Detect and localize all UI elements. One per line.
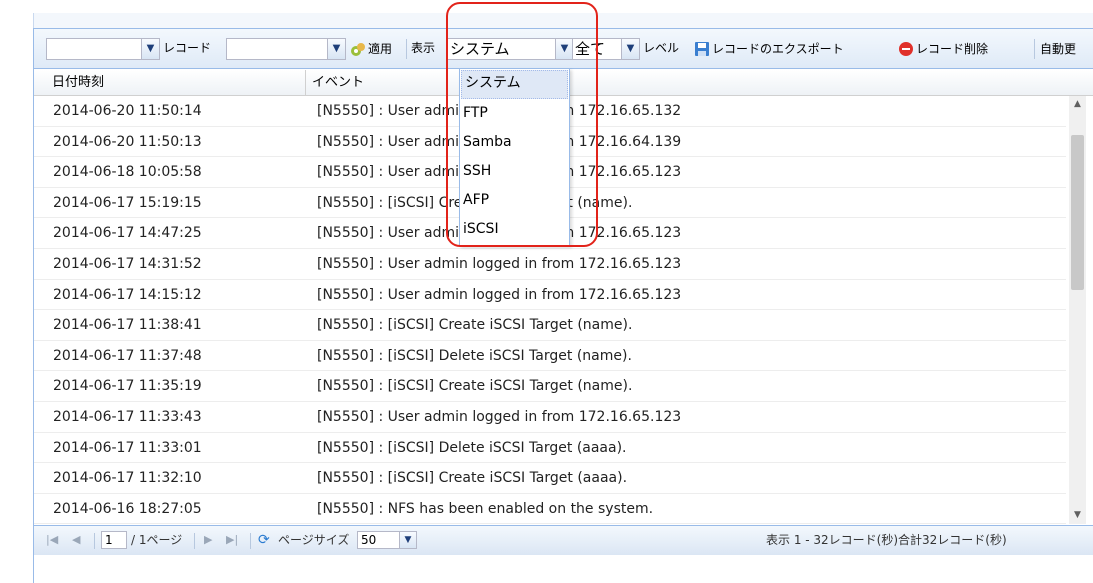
vertical-scrollbar[interactable]: ▲ ▼	[1069, 96, 1086, 524]
chevron-down-icon[interactable]: ▼	[141, 39, 159, 59]
toolbar-separator	[1034, 39, 1035, 59]
datetime-cell: 2014-06-17 11:33:01	[53, 439, 202, 456]
apply-icon	[350, 41, 366, 57]
datetime-cell: 2014-06-17 14:47:25	[53, 225, 202, 242]
filter-combo-1[interactable]: ▼	[46, 38, 160, 60]
filter-combo-2[interactable]: ▼	[226, 38, 346, 60]
dropdown-option-ssh[interactable]: SSH	[460, 158, 569, 187]
table-row[interactable]: 2014-06-16 18:27:05 [N5550] : NFS has bee…	[34, 494, 1066, 524]
dropdown-option-afp[interactable]: AFP	[460, 187, 569, 216]
datetime-cell: 2014-06-17 14:15:12	[53, 286, 202, 303]
table-row[interactable]: 2014-06-17 11:38:41 [N5550] : [iSCSI] Cre…	[34, 310, 1066, 341]
export-records-button[interactable]: レコードのエクスポート	[694, 39, 844, 59]
next-page-icon[interactable]: ▶	[204, 532, 212, 548]
datetime-cell: 2014-06-17 11:32:10	[53, 470, 202, 487]
table-row[interactable]: 2014-06-17 11:35:19 [N5550] : [iSCSI] Cre…	[34, 371, 1066, 402]
table-row[interactable]: 2014-06-17 11:37:48 [N5550] : [iSCSI] Del…	[34, 341, 1066, 372]
datetime-cell: 2014-06-17 11:35:19	[53, 378, 202, 395]
delete-label: レコード削除	[916, 42, 989, 56]
pager-toolbar: |◀ ◀ 1 / 1ページ ▶ ▶| ⟳ ページサイズ 50 ▼ 表示 1 - …	[34, 525, 1093, 555]
level-select[interactable]: 全て ▼	[572, 38, 640, 60]
chevron-down-icon[interactable]: ▼	[399, 532, 416, 548]
scroll-up-icon[interactable]: ▲	[1069, 96, 1086, 113]
chevron-down-icon[interactable]: ▼	[621, 39, 639, 59]
datetime-cell: 2014-06-20 11:50:14	[53, 103, 202, 119]
toolbar-separator	[406, 39, 407, 59]
event-cell: [N5550] : [iSCSI] Create iSCSI Target (n…	[317, 378, 633, 395]
scroll-down-icon[interactable]: ▼	[1069, 507, 1086, 524]
event-cell: [N5550] : NFS has been enabled on the sy…	[317, 500, 654, 517]
table-row[interactable]: 2014-06-17 11:33:01 [N5550] : [iSCSI] Del…	[34, 433, 1066, 464]
auto-refresh-button[interactable]: 自動更	[1040, 39, 1076, 59]
table-row[interactable]: 2014-06-17 14:15:12 [N5550] : User admin …	[34, 280, 1066, 311]
dropdown-option-ftp[interactable]: FTP	[460, 100, 569, 129]
chevron-down-icon[interactable]: ▼	[327, 39, 345, 59]
event-cell: [N5550] : [iSCSI] Delete iSCSI Target (n…	[317, 347, 632, 364]
refresh-icon[interactable]: ⟳	[258, 532, 270, 548]
last-page-icon[interactable]: ▶|	[226, 532, 238, 548]
record-summary: 表示 1 - 32レコード(秒)合計32レコード(秒)	[766, 533, 1007, 547]
event-cell: [N5550] : [iSCSI] Create iSCSI Target (n…	[317, 317, 633, 334]
datetime-cell: 2014-06-20 11:50:13	[53, 133, 202, 150]
dropdown-option-samba[interactable]: Samba	[460, 129, 569, 158]
datetime-cell: 2014-06-17 15:19:15	[53, 194, 202, 211]
category-dropdown-list: システム FTP Samba SSH AFP iSCSI	[459, 68, 570, 246]
dropdown-option-iscsi[interactable]: iSCSI	[460, 216, 569, 245]
column-header-event[interactable]: イベント	[306, 70, 1066, 95]
export-label: レコードのエクスポート	[712, 42, 844, 56]
record-label: レコード	[163, 41, 212, 55]
display-label: 表示	[411, 41, 436, 55]
event-cell: [N5550] : User admin logged in from 172.…	[317, 408, 682, 425]
scroll-thumb[interactable]	[1071, 135, 1084, 290]
page-size-select[interactable]: 50 ▼	[357, 531, 417, 549]
pager-separator	[194, 533, 195, 549]
prev-page-icon[interactable]: ◀	[72, 532, 80, 548]
page-number-input[interactable]: 1	[101, 531, 127, 549]
delete-records-button[interactable]: レコード削除	[898, 39, 988, 59]
table-row[interactable]: 2014-06-17 14:31:52 [N5550] : User admin …	[34, 249, 1066, 280]
datetime-cell: 2014-06-17 11:38:41	[53, 317, 202, 334]
toolbar: ▼ レコード ▼ 適用 表示 システム ▼ 全て ▼ レベル レコードのエクスポ…	[34, 29, 1093, 69]
datetime-cell: 2014-06-16 18:27:05	[53, 500, 202, 517]
category-select[interactable]: システム ▼	[447, 38, 574, 60]
event-cell: [N5550] : User admin logged in from 172.…	[317, 255, 682, 272]
first-page-icon[interactable]: |◀	[46, 532, 58, 548]
apply-label: 適用	[368, 42, 393, 56]
pager-separator	[250, 533, 251, 549]
page-size-label: ページサイズ	[278, 533, 350, 547]
delete-icon	[898, 41, 914, 57]
event-cell: [N5550] : [iSCSI] Create iSCSI Target (a…	[317, 470, 628, 487]
datetime-cell: 2014-06-17 14:31:52	[53, 255, 202, 272]
event-cell: [N5550] : [iSCSI] Delete iSCSI Target (a…	[317, 439, 627, 456]
chevron-down-icon[interactable]: ▼	[555, 39, 573, 59]
datetime-cell: 2014-06-18 10:05:58	[53, 164, 202, 181]
pager-separator	[94, 533, 95, 549]
dropdown-option-system[interactable]: システム	[461, 70, 568, 99]
page-count-label: / 1ページ	[131, 533, 183, 547]
table-row[interactable]: 2014-06-17 11:32:10 [N5550] : [iSCSI] Cre…	[34, 463, 1066, 494]
apply-button[interactable]: 適用	[350, 39, 392, 59]
table-row[interactable]: 2014-06-17 11:33:43 [N5550] : User admin …	[34, 402, 1066, 433]
datetime-cell: 2014-06-17 11:37:48	[53, 347, 202, 364]
datetime-cell: 2014-06-17 11:33:43	[53, 408, 202, 425]
save-disk-icon	[694, 41, 710, 57]
page-size-value: 50	[361, 533, 377, 547]
category-select-value: システム	[450, 40, 510, 58]
level-label: レベル	[643, 41, 680, 55]
panel-top-strip	[33, 13, 1093, 28]
level-select-value: 全て	[575, 40, 606, 58]
event-cell: [N5550] : User admin logged in from 172.…	[317, 286, 682, 303]
column-header-datetime[interactable]: 日付時刻	[46, 70, 306, 95]
